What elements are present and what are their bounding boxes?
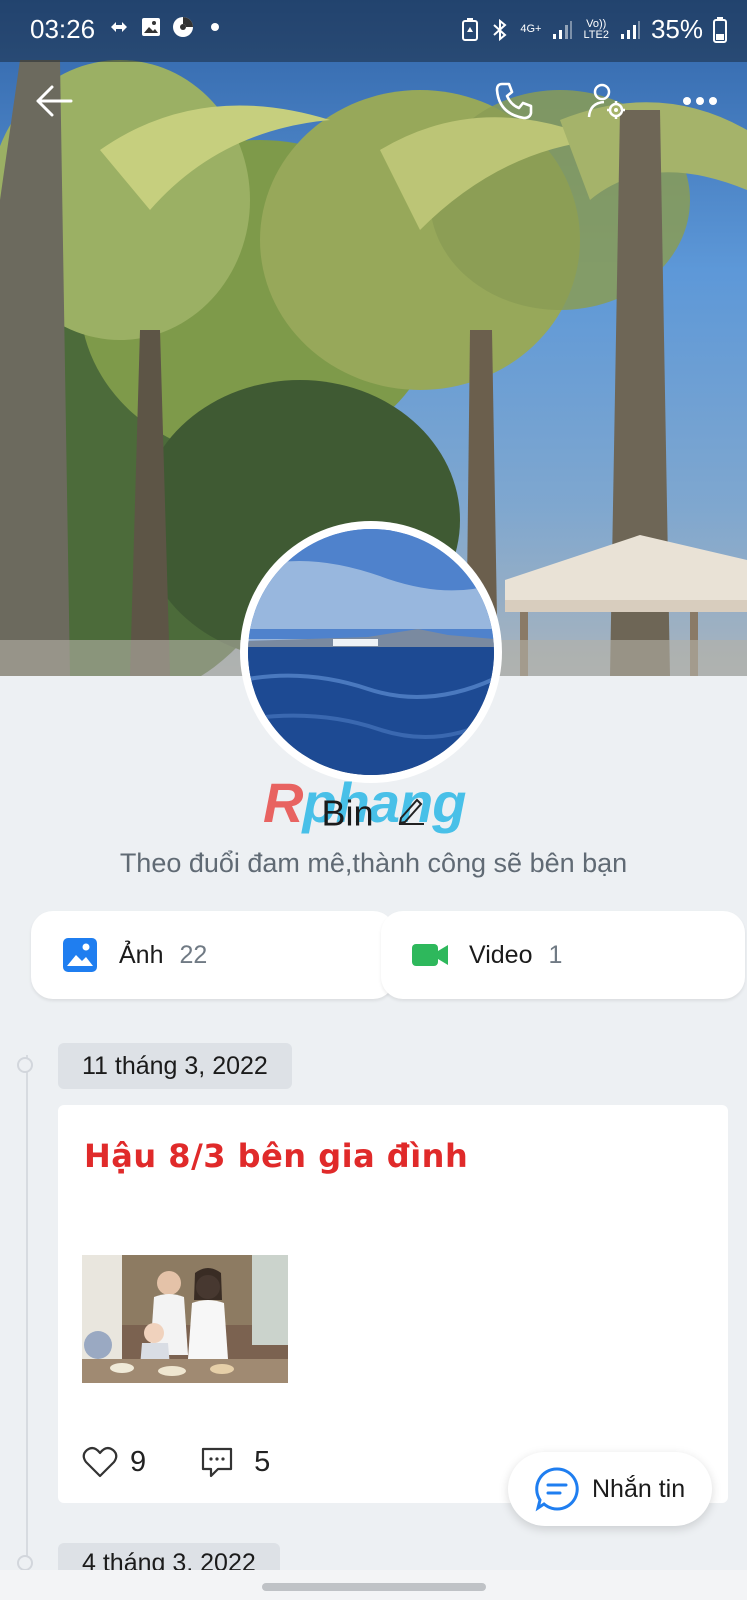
status-right-icons: 4G+ Vo)) LTE2 35% <box>460 14 727 45</box>
timeline-line <box>26 1055 28 1575</box>
photos-label: Ảnh <box>119 940 164 969</box>
like-count: 9 <box>130 1445 147 1478</box>
profile-settings-button[interactable] <box>580 74 634 128</box>
timeline-dot <box>17 1555 33 1571</box>
avatar-sea-art <box>248 529 494 775</box>
music-disc-icon <box>173 17 193 37</box>
battery-percent: 35% <box>650 14 703 44</box>
call-button[interactable] <box>487 74 541 128</box>
comment-icon <box>202 1447 233 1478</box>
notification-dot-icon <box>211 23 219 31</box>
profile-avatar[interactable] <box>240 521 502 783</box>
profile-name: Bin <box>321 792 374 834</box>
pencil-icon <box>398 799 424 826</box>
timeline-dot <box>17 1057 33 1073</box>
post-photo[interactable] <box>82 1255 288 1383</box>
home-gesture-bar[interactable] <box>262 1583 486 1591</box>
user-settings-icon <box>587 83 625 119</box>
videos-count: 1 <box>548 940 563 969</box>
status-bar: 03:26 4G+ Vo)) LTE2 35% <box>0 0 747 62</box>
message-button[interactable]: Nhắn tin <box>508 1452 712 1526</box>
gallery-icon <box>142 18 160 36</box>
network-4g-label: 4G+ <box>520 23 542 35</box>
profile-name-row: Bin <box>0 790 747 834</box>
battery-saver-icon <box>462 17 479 41</box>
more-dots-icon <box>683 97 717 105</box>
video-camera-icon <box>412 944 448 966</box>
comment-count: 5 <box>254 1445 271 1478</box>
comment-button[interactable]: 5 <box>200 1445 270 1479</box>
chat-bubble-icon <box>535 1467 579 1512</box>
photos-card[interactable]: Ảnh 22 <box>31 911 395 999</box>
status-notification-icons <box>108 16 226 38</box>
more-options-button[interactable] <box>673 74 727 128</box>
profile-bio: Theo đuổi đam mê,thành công sẽ bên bạn <box>119 848 628 878</box>
arrow-left-icon <box>36 85 73 117</box>
signal-bars-icon-1 <box>553 20 573 39</box>
photos-count: 22 <box>179 940 208 969</box>
battery-icon <box>713 16 727 43</box>
data-transfer-icon <box>111 22 127 32</box>
back-button[interactable] <box>27 74 81 128</box>
like-button[interactable]: 9 <box>82 1446 146 1479</box>
edit-name-button[interactable] <box>396 792 426 834</box>
network-lte-label: Vo)) LTE2 <box>583 17 609 41</box>
phone-icon <box>495 82 533 120</box>
bluetooth-icon <box>493 18 507 41</box>
videos-label: Video <box>469 940 533 969</box>
signal-bars-icon-2 <box>620 20 640 39</box>
post-card[interactable]: Hậu 8/3 bên gia đình 9 5 <box>58 1105 728 1503</box>
message-button-label: Nhắn tin <box>592 1474 686 1503</box>
videos-card[interactable]: Video 1 <box>381 911 745 999</box>
date-chip: 11 tháng 3, 2022 <box>58 1043 292 1089</box>
family-photo-art <box>82 1255 288 1383</box>
post-title: Hậu 8/3 bên gia đình <box>84 1137 469 1175</box>
photo-gallery-icon <box>63 938 97 972</box>
status-time: 03:26 <box>30 14 96 44</box>
avatar-photo <box>248 529 494 775</box>
heart-icon <box>82 1446 118 1478</box>
post-actions: 9 5 <box>82 1445 270 1479</box>
